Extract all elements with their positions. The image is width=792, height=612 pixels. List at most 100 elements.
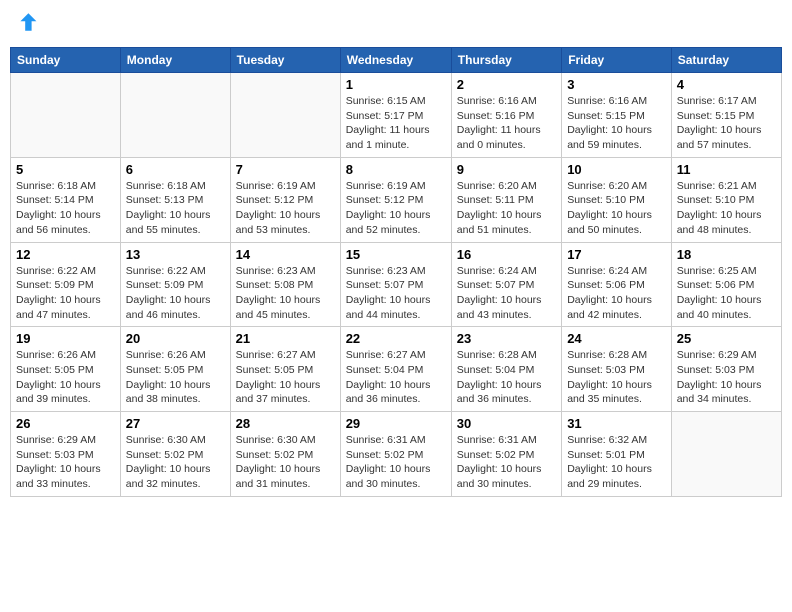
day-info: Sunrise: 6:31 AM Sunset: 5:02 PM Dayligh… — [457, 433, 556, 492]
calendar-cell: 28 Sunrise: 6:30 AM Sunset: 5:02 PM Dayli… — [230, 412, 340, 497]
calendar-cell — [120, 73, 230, 158]
day-number: 2 — [457, 77, 556, 92]
day-info: Sunrise: 6:23 AM Sunset: 5:08 PM Dayligh… — [236, 264, 335, 323]
calendar-cell: 19 Sunrise: 6:26 AM Sunset: 5:05 PM Dayli… — [11, 327, 121, 412]
calendar-cell: 24Sunrise: 6:28 AM Sunset: 5:03 PM Dayli… — [562, 327, 672, 412]
day-number: 1 — [346, 77, 446, 92]
day-info: Sunrise: 6:23 AM Sunset: 5:07 PM Dayligh… — [346, 264, 446, 323]
day-info: Sunrise: 6:28 AM Sunset: 5:04 PM Dayligh… — [457, 348, 556, 407]
day-info: Sunrise: 6:25 AM Sunset: 5:06 PM Dayligh… — [677, 264, 776, 323]
calendar-cell: 4 Sunrise: 6:17 AM Sunset: 5:15 PM Daylig… — [671, 73, 781, 158]
header-friday: Friday — [562, 48, 672, 73]
calendar-week-3: 12 Sunrise: 6:22 AM Sunset: 5:09 PM Dayli… — [11, 242, 782, 327]
header-sunday: Sunday — [11, 48, 121, 73]
day-number: 28 — [236, 416, 335, 431]
calendar-cell: 7 Sunrise: 6:19 AM Sunset: 5:12 PM Daylig… — [230, 157, 340, 242]
day-number: 23 — [457, 331, 556, 346]
day-info: Sunrise: 6:18 AM Sunset: 5:13 PM Dayligh… — [126, 179, 225, 238]
day-number: 17 — [567, 247, 666, 262]
calendar-cell: 18 Sunrise: 6:25 AM Sunset: 5:06 PM Dayli… — [671, 242, 781, 327]
calendar-cell: 16Sunrise: 6:24 AM Sunset: 5:07 PM Dayli… — [451, 242, 561, 327]
calendar-table: SundayMondayTuesdayWednesdayThursdayFrid… — [10, 47, 782, 497]
logo — [14, 10, 40, 39]
day-number: 6 — [126, 162, 225, 177]
day-number: 10 — [567, 162, 666, 177]
day-info: Sunrise: 6:16 AM Sunset: 5:15 PM Dayligh… — [567, 94, 666, 153]
day-number: 29 — [346, 416, 446, 431]
day-number: 14 — [236, 247, 335, 262]
day-number: 13 — [126, 247, 225, 262]
calendar-cell: 22 Sunrise: 6:27 AM Sunset: 5:04 PM Dayli… — [340, 327, 451, 412]
header-thursday: Thursday — [451, 48, 561, 73]
calendar-cell: 15Sunrise: 6:23 AM Sunset: 5:07 PM Dayli… — [340, 242, 451, 327]
day-number: 30 — [457, 416, 556, 431]
day-number: 26 — [16, 416, 115, 431]
calendar-cell: 5Sunrise: 6:18 AM Sunset: 5:14 PM Daylig… — [11, 157, 121, 242]
page-header — [10, 10, 782, 39]
day-number: 25 — [677, 331, 776, 346]
day-number: 27 — [126, 416, 225, 431]
day-number: 5 — [16, 162, 115, 177]
day-number: 19 — [16, 331, 115, 346]
calendar-cell: 14 Sunrise: 6:23 AM Sunset: 5:08 PM Dayli… — [230, 242, 340, 327]
day-info: Sunrise: 6:29 AM Sunset: 5:03 PM Dayligh… — [16, 433, 115, 492]
logo-icon — [14, 10, 38, 34]
day-number: 7 — [236, 162, 335, 177]
calendar-cell: 8Sunrise: 6:19 AM Sunset: 5:12 PM Daylig… — [340, 157, 451, 242]
day-number: 12 — [16, 247, 115, 262]
day-info: Sunrise: 6:30 AM Sunset: 5:02 PM Dayligh… — [236, 433, 335, 492]
calendar-cell — [11, 73, 121, 158]
day-info: Sunrise: 6:29 AM Sunset: 5:03 PM Dayligh… — [677, 348, 776, 407]
calendar-week-5: 26 Sunrise: 6:29 AM Sunset: 5:03 PM Dayli… — [11, 412, 782, 497]
day-number: 20 — [126, 331, 225, 346]
day-number: 4 — [677, 77, 776, 92]
day-info: Sunrise: 6:21 AM Sunset: 5:10 PM Dayligh… — [677, 179, 776, 238]
calendar-week-1: 1 Sunrise: 6:15 AM Sunset: 5:17 PM Daylig… — [11, 73, 782, 158]
day-info: Sunrise: 6:24 AM Sunset: 5:06 PM Dayligh… — [567, 264, 666, 323]
day-info: Sunrise: 6:31 AM Sunset: 5:02 PM Dayligh… — [346, 433, 446, 492]
day-info: Sunrise: 6:28 AM Sunset: 5:03 PM Dayligh… — [567, 348, 666, 407]
header-saturday: Saturday — [671, 48, 781, 73]
day-info: Sunrise: 6:27 AM Sunset: 5:05 PM Dayligh… — [236, 348, 335, 407]
day-info: Sunrise: 6:19 AM Sunset: 5:12 PM Dayligh… — [236, 179, 335, 238]
day-info: Sunrise: 6:30 AM Sunset: 5:02 PM Dayligh… — [126, 433, 225, 492]
day-number: 31 — [567, 416, 666, 431]
day-info: Sunrise: 6:27 AM Sunset: 5:04 PM Dayligh… — [346, 348, 446, 407]
calendar-cell: 23 Sunrise: 6:28 AM Sunset: 5:04 PM Dayli… — [451, 327, 561, 412]
day-info: Sunrise: 6:26 AM Sunset: 5:05 PM Dayligh… — [126, 348, 225, 407]
calendar-cell: 9Sunrise: 6:20 AM Sunset: 5:11 PM Daylig… — [451, 157, 561, 242]
calendar-cell: 21 Sunrise: 6:27 AM Sunset: 5:05 PM Dayli… — [230, 327, 340, 412]
day-number: 21 — [236, 331, 335, 346]
day-info: Sunrise: 6:20 AM Sunset: 5:10 PM Dayligh… — [567, 179, 666, 238]
calendar-cell: 27 Sunrise: 6:30 AM Sunset: 5:02 PM Dayli… — [120, 412, 230, 497]
day-info: Sunrise: 6:15 AM Sunset: 5:17 PM Dayligh… — [346, 94, 446, 153]
calendar-cell: 2 Sunrise: 6:16 AM Sunset: 5:16 PM Daylig… — [451, 73, 561, 158]
day-number: 11 — [677, 162, 776, 177]
calendar-cell: 25 Sunrise: 6:29 AM Sunset: 5:03 PM Dayli… — [671, 327, 781, 412]
day-info: Sunrise: 6:19 AM Sunset: 5:12 PM Dayligh… — [346, 179, 446, 238]
calendar-cell: 17 Sunrise: 6:24 AM Sunset: 5:06 PM Dayli… — [562, 242, 672, 327]
day-info: Sunrise: 6:16 AM Sunset: 5:16 PM Dayligh… — [457, 94, 556, 153]
day-number: 9 — [457, 162, 556, 177]
day-info: Sunrise: 6:22 AM Sunset: 5:09 PM Dayligh… — [126, 264, 225, 323]
calendar-cell: 12 Sunrise: 6:22 AM Sunset: 5:09 PM Dayli… — [11, 242, 121, 327]
day-info: Sunrise: 6:22 AM Sunset: 5:09 PM Dayligh… — [16, 264, 115, 323]
calendar-cell: 6 Sunrise: 6:18 AM Sunset: 5:13 PM Daylig… — [120, 157, 230, 242]
calendar-cell: 31Sunrise: 6:32 AM Sunset: 5:01 PM Dayli… — [562, 412, 672, 497]
header-monday: Monday — [120, 48, 230, 73]
calendar-cell: 11 Sunrise: 6:21 AM Sunset: 5:10 PM Dayli… — [671, 157, 781, 242]
header-tuesday: Tuesday — [230, 48, 340, 73]
calendar-cell: 13 Sunrise: 6:22 AM Sunset: 5:09 PM Dayli… — [120, 242, 230, 327]
day-number: 22 — [346, 331, 446, 346]
calendar-cell: 3 Sunrise: 6:16 AM Sunset: 5:15 PM Daylig… — [562, 73, 672, 158]
day-number: 18 — [677, 247, 776, 262]
day-info: Sunrise: 6:24 AM Sunset: 5:07 PM Dayligh… — [457, 264, 556, 323]
day-number: 3 — [567, 77, 666, 92]
day-info: Sunrise: 6:26 AM Sunset: 5:05 PM Dayligh… — [16, 348, 115, 407]
calendar-cell: 29 Sunrise: 6:31 AM Sunset: 5:02 PM Dayli… — [340, 412, 451, 497]
calendar-header-row: SundayMondayTuesdayWednesdayThursdayFrid… — [11, 48, 782, 73]
calendar-cell — [671, 412, 781, 497]
calendar-cell: 26 Sunrise: 6:29 AM Sunset: 5:03 PM Dayli… — [11, 412, 121, 497]
day-info: Sunrise: 6:17 AM Sunset: 5:15 PM Dayligh… — [677, 94, 776, 153]
calendar-cell: 1 Sunrise: 6:15 AM Sunset: 5:17 PM Daylig… — [340, 73, 451, 158]
